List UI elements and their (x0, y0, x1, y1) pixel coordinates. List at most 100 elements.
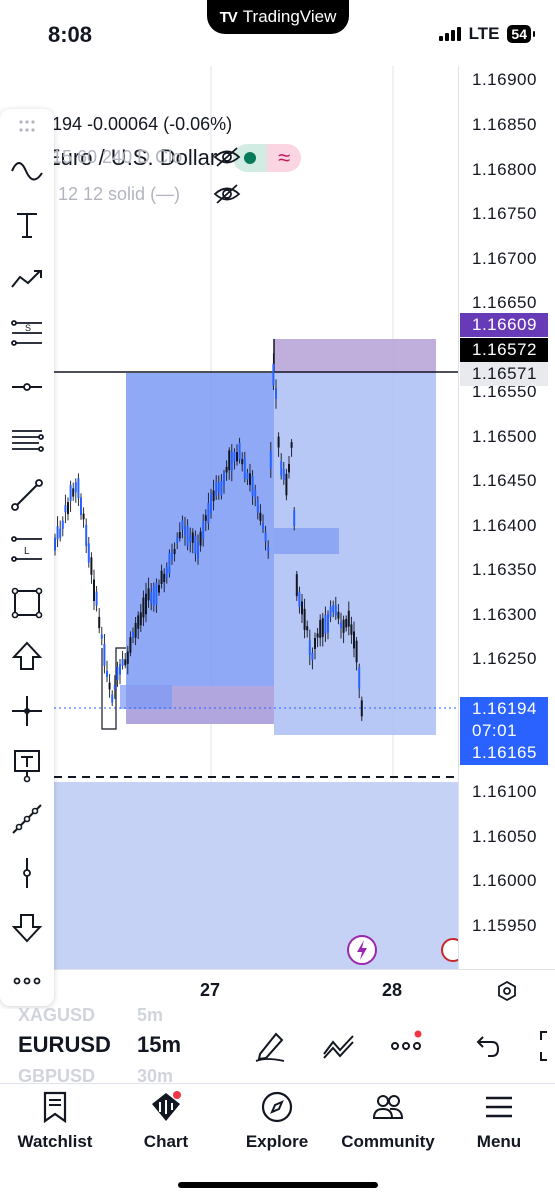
toolbar-drag-handle-icon[interactable] (7, 113, 47, 139)
candle-body (243, 457, 246, 479)
price-tag-current[interactable]: 1.16194 (460, 697, 548, 721)
interval-selector[interactable]: 15m (137, 1032, 181, 1058)
candle-body (155, 582, 158, 605)
candle-body (129, 637, 132, 653)
price-axis[interactable]: 1.16900 1.16850 1.16800 1.16750 1.16700 … (458, 66, 555, 969)
tab-watchlist[interactable]: Watchlist (5, 1090, 105, 1152)
text-note-tool-icon[interactable] (7, 745, 47, 785)
candle-body (168, 553, 171, 574)
candle-body (293, 510, 296, 526)
wave-icon: ≈ (267, 144, 302, 172)
candle-body (103, 643, 106, 666)
candle-body (249, 473, 251, 485)
zone-small-right[interactable] (274, 528, 339, 554)
candle-body (204, 515, 207, 521)
tab-label: Explore (245, 1132, 309, 1151)
axis-settings-icon[interactable] (495, 979, 519, 1003)
trend-tool-icon[interactable] (7, 259, 47, 299)
candle-body (277, 436, 280, 448)
tab-label: Community (341, 1132, 435, 1151)
price-tick: 1.16900 (472, 70, 537, 89)
tab-menu[interactable]: Menu (449, 1090, 549, 1152)
indicators-icon[interactable] (321, 1028, 357, 1064)
candle-body (301, 601, 303, 615)
price-tick: 1.16400 (472, 516, 537, 535)
zone-long-blue[interactable] (126, 373, 274, 724)
candle-body (113, 684, 116, 690)
zone-lower-blue[interactable] (54, 782, 458, 969)
candle-body (98, 616, 101, 629)
candle-body (69, 485, 72, 502)
candle-body (178, 532, 181, 539)
tab-community[interactable]: Community (338, 1090, 438, 1152)
ray-tool-icon[interactable] (7, 475, 47, 515)
candle-body (189, 535, 192, 542)
candle-body (298, 591, 301, 607)
interval-ghost-above[interactable]: 5m (137, 1005, 163, 1026)
app-badge-label: TradingView (242, 7, 337, 26)
path-tool-icon[interactable] (7, 799, 47, 839)
arrow-up-tool-icon[interactable] (7, 637, 47, 677)
fullscreen-icon[interactable] (535, 1028, 555, 1064)
long-position-tool-icon[interactable]: L (7, 529, 47, 569)
candle-body (100, 634, 103, 639)
zone-small-left[interactable] (120, 685, 172, 709)
candle-body (288, 464, 290, 473)
candle-body (173, 548, 176, 555)
pen-draw-icon[interactable] (252, 1028, 288, 1064)
tab-label: Menu (476, 1132, 522, 1151)
svg-text:L: L (24, 546, 30, 557)
tab-explore[interactable]: Explore (227, 1090, 327, 1152)
candle-body (225, 466, 228, 473)
eye-hidden-icon[interactable] (213, 183, 241, 205)
more-options-icon[interactable] (388, 1028, 424, 1064)
tab-chart[interactable]: Chart (116, 1090, 216, 1152)
fib-tool-icon[interactable]: S (7, 313, 47, 353)
price-tag-black[interactable]: 1.16572 (460, 338, 548, 362)
price-tag-gray[interactable]: 1.16571 (460, 362, 548, 386)
rectangle-tool-icon[interactable] (7, 583, 47, 623)
pitchfork-tool-icon[interactable] (7, 421, 47, 461)
legend-indicator-1[interactable]: 15 60 240 D Clo (52, 147, 182, 168)
eye-hidden-icon[interactable] (213, 146, 241, 168)
candle-body (319, 620, 322, 638)
candle-body (223, 472, 225, 486)
candle-body (108, 682, 111, 690)
curve-tool-icon[interactable] (7, 151, 47, 191)
price-tag-purple[interactable]: 1.16609 (460, 313, 548, 337)
candle-body (74, 482, 77, 493)
arrow-down-tool-icon[interactable] (7, 907, 47, 947)
candle-body (197, 542, 199, 559)
drawing-toolbar[interactable]: S L (0, 109, 54, 1006)
dynamic-island-badge: TV TradingView (207, 0, 349, 34)
legend-indicator-2[interactable]: 12 12 solid (—) (58, 184, 180, 205)
candle-body (142, 597, 145, 618)
more-tools-icon[interactable] (7, 961, 47, 1001)
us-flag-event-icon[interactable] (441, 938, 458, 962)
price-tag-blue[interactable]: 1.16165 (460, 741, 548, 765)
candle-body (236, 452, 238, 462)
candle-body (360, 700, 363, 717)
signal-icon (438, 27, 461, 41)
candle-body (321, 618, 324, 637)
horizontal-line-tool-icon[interactable] (7, 367, 47, 407)
price-tick: 1.16000 (472, 871, 537, 890)
zone-top-purple[interactable] (274, 339, 436, 373)
candle-body (82, 513, 85, 520)
symbol-selector[interactable]: EURUSD (18, 1032, 111, 1058)
price-tick: 1.16050 (472, 827, 537, 846)
price-tick: 1.16650 (472, 293, 537, 312)
price-tick: 1.16800 (472, 160, 537, 179)
candle-body (306, 626, 309, 631)
symbol-ghost-above[interactable]: XAGUSD (18, 1005, 95, 1026)
compass-icon (261, 1091, 293, 1123)
crosshair-tool-icon[interactable] (7, 691, 47, 731)
time-axis[interactable]: 27 28 (0, 969, 555, 1009)
candle-body (340, 622, 342, 628)
market-status-pill[interactable]: ≈ (233, 144, 302, 172)
candle-body (246, 472, 249, 480)
text-tool-icon[interactable] (7, 205, 47, 245)
vertical-line-tool-icon[interactable] (7, 853, 47, 893)
undo-icon[interactable] (468, 1028, 504, 1064)
candle-body (191, 532, 194, 543)
